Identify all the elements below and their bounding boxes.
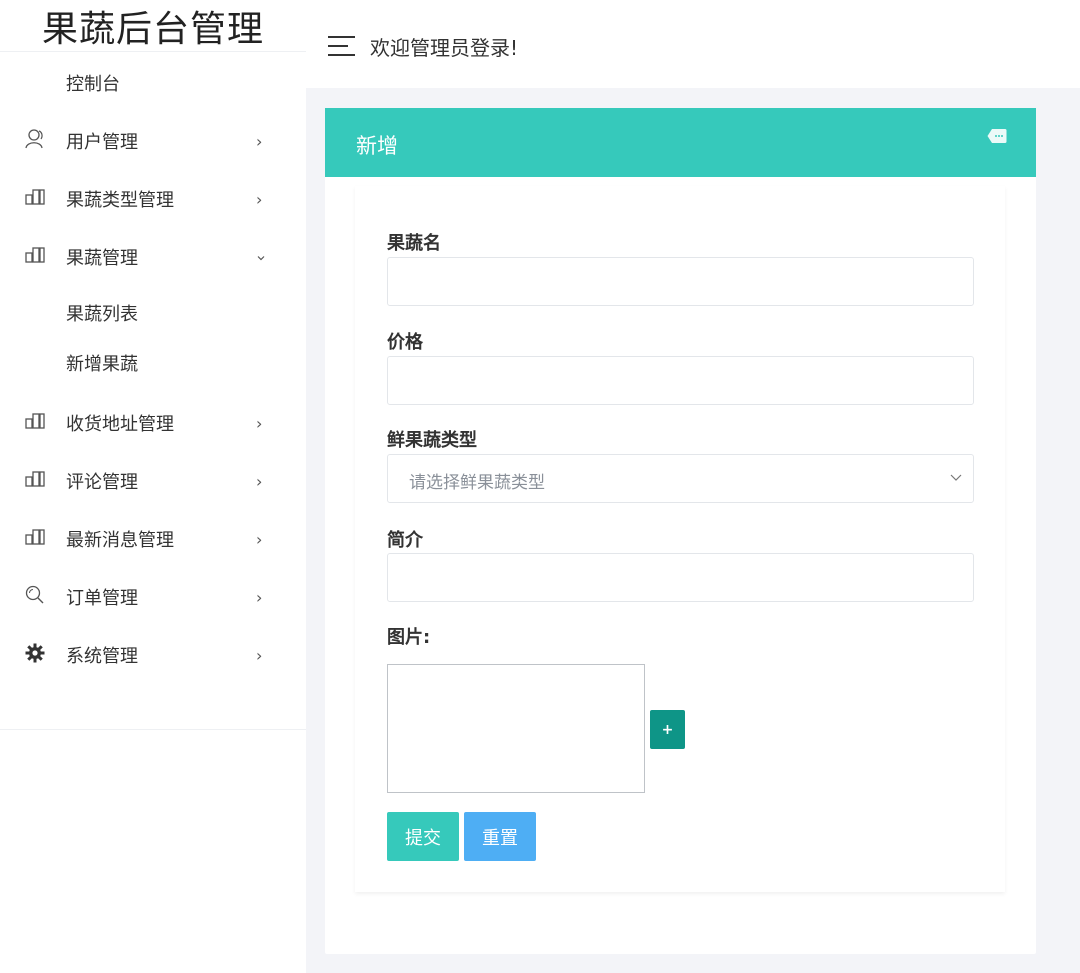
sidebar-item-label: 评论管理 <box>66 472 138 493</box>
card-header: 新增 <box>325 108 1036 177</box>
card-title: 新增 <box>356 134 398 158</box>
sidebar-item-dashboard[interactable]: 控制台 <box>0 52 306 112</box>
sidebar: 果蔬后台管理 控制台 用户管理 › 果蔬类型管理 › 果蔬管理 果蔬列表 新增果… <box>0 0 306 973</box>
search-icon <box>24 584 46 606</box>
submit-button[interactable]: 提交 <box>387 812 459 861</box>
sidebar-item-system[interactable]: 系统管理 › <box>0 626 306 684</box>
chevron-right-icon: › <box>256 587 263 607</box>
image-label: 图片: <box>387 627 431 648</box>
user-icon <box>24 128 46 150</box>
grid-icon <box>24 526 46 548</box>
sidebar-item-fruits[interactable]: 果蔬管理 <box>0 228 306 286</box>
sidebar-item-fruit-types[interactable]: 果蔬类型管理 › <box>0 170 306 228</box>
sidebar-item-label: 收货地址管理 <box>66 414 174 435</box>
chevron-right-icon: › <box>256 471 263 491</box>
sidebar-item-label: 果蔬管理 <box>66 248 138 269</box>
submenu-item-fruit-list[interactable]: 果蔬列表 <box>0 288 306 338</box>
intro-label: 简介 <box>387 530 423 551</box>
image-preview <box>387 664 645 793</box>
chevron-right-icon: › <box>256 413 263 433</box>
fruit-type-select[interactable]: 请选择鲜果蔬类型 <box>387 454 974 503</box>
sidebar-item-label: 系统管理 <box>66 646 138 667</box>
sidebar-item-addresses[interactable]: 收货地址管理 › <box>0 394 306 452</box>
welcome-message: 欢迎管理员登录! <box>370 36 519 60</box>
type-label: 鲜果蔬类型 <box>387 430 477 451</box>
grid-icon <box>24 186 46 208</box>
price-input[interactable] <box>387 356 974 405</box>
chevron-down-icon <box>949 469 963 483</box>
chevron-down-icon <box>256 248 266 267</box>
sidebar-item-label: 最新消息管理 <box>66 530 174 551</box>
chevron-right-icon: › <box>256 645 263 665</box>
sidebar-item-news[interactable]: 最新消息管理 › <box>0 510 306 568</box>
sidebar-item-label: 用户管理 <box>66 132 138 153</box>
chevron-right-icon: › <box>256 529 263 549</box>
sidebar-item-label: 果蔬类型管理 <box>66 190 174 211</box>
sidebar-item-orders[interactable]: 订单管理 › <box>0 568 306 626</box>
add-image-button[interactable]: + <box>650 710 685 749</box>
price-label: 价格 <box>387 332 423 353</box>
sidebar-menu: 控制台 用户管理 › 果蔬类型管理 › 果蔬管理 <box>0 52 306 286</box>
top-header: 欢迎管理员登录! <box>306 0 1080 88</box>
sidebar-item-comments[interactable]: 评论管理 › <box>0 452 306 510</box>
grid-icon <box>24 468 46 490</box>
select-placeholder: 请选择鲜果蔬类型 <box>409 473 545 493</box>
sidebar-menu-lower: 收货地址管理 › 评论管理 › 最新消息管理 › 订单管理 › 系统管理 › <box>0 394 306 684</box>
menu-toggle-icon[interactable] <box>328 36 355 56</box>
brand-title: 果蔬后台管理 <box>0 0 306 52</box>
tag-icon <box>987 128 1007 144</box>
fruit-submenu: 果蔬列表 新增果蔬 <box>0 288 306 388</box>
grid-icon <box>24 410 46 432</box>
reset-button[interactable]: 重置 <box>464 812 536 861</box>
sidebar-divider <box>0 729 306 730</box>
sidebar-item-label: 控制台 <box>66 74 120 95</box>
name-label: 果蔬名 <box>387 233 441 254</box>
sidebar-item-users[interactable]: 用户管理 › <box>0 112 306 170</box>
intro-input[interactable] <box>387 553 974 602</box>
gear-icon <box>24 642 46 664</box>
grid-icon <box>24 244 46 266</box>
chevron-right-icon: › <box>256 131 263 151</box>
submenu-item-add-fruit[interactable]: 新增果蔬 <box>0 338 306 388</box>
sidebar-item-label: 订单管理 <box>66 588 138 609</box>
chevron-right-icon: › <box>256 189 263 209</box>
fruit-name-input[interactable] <box>387 257 974 306</box>
